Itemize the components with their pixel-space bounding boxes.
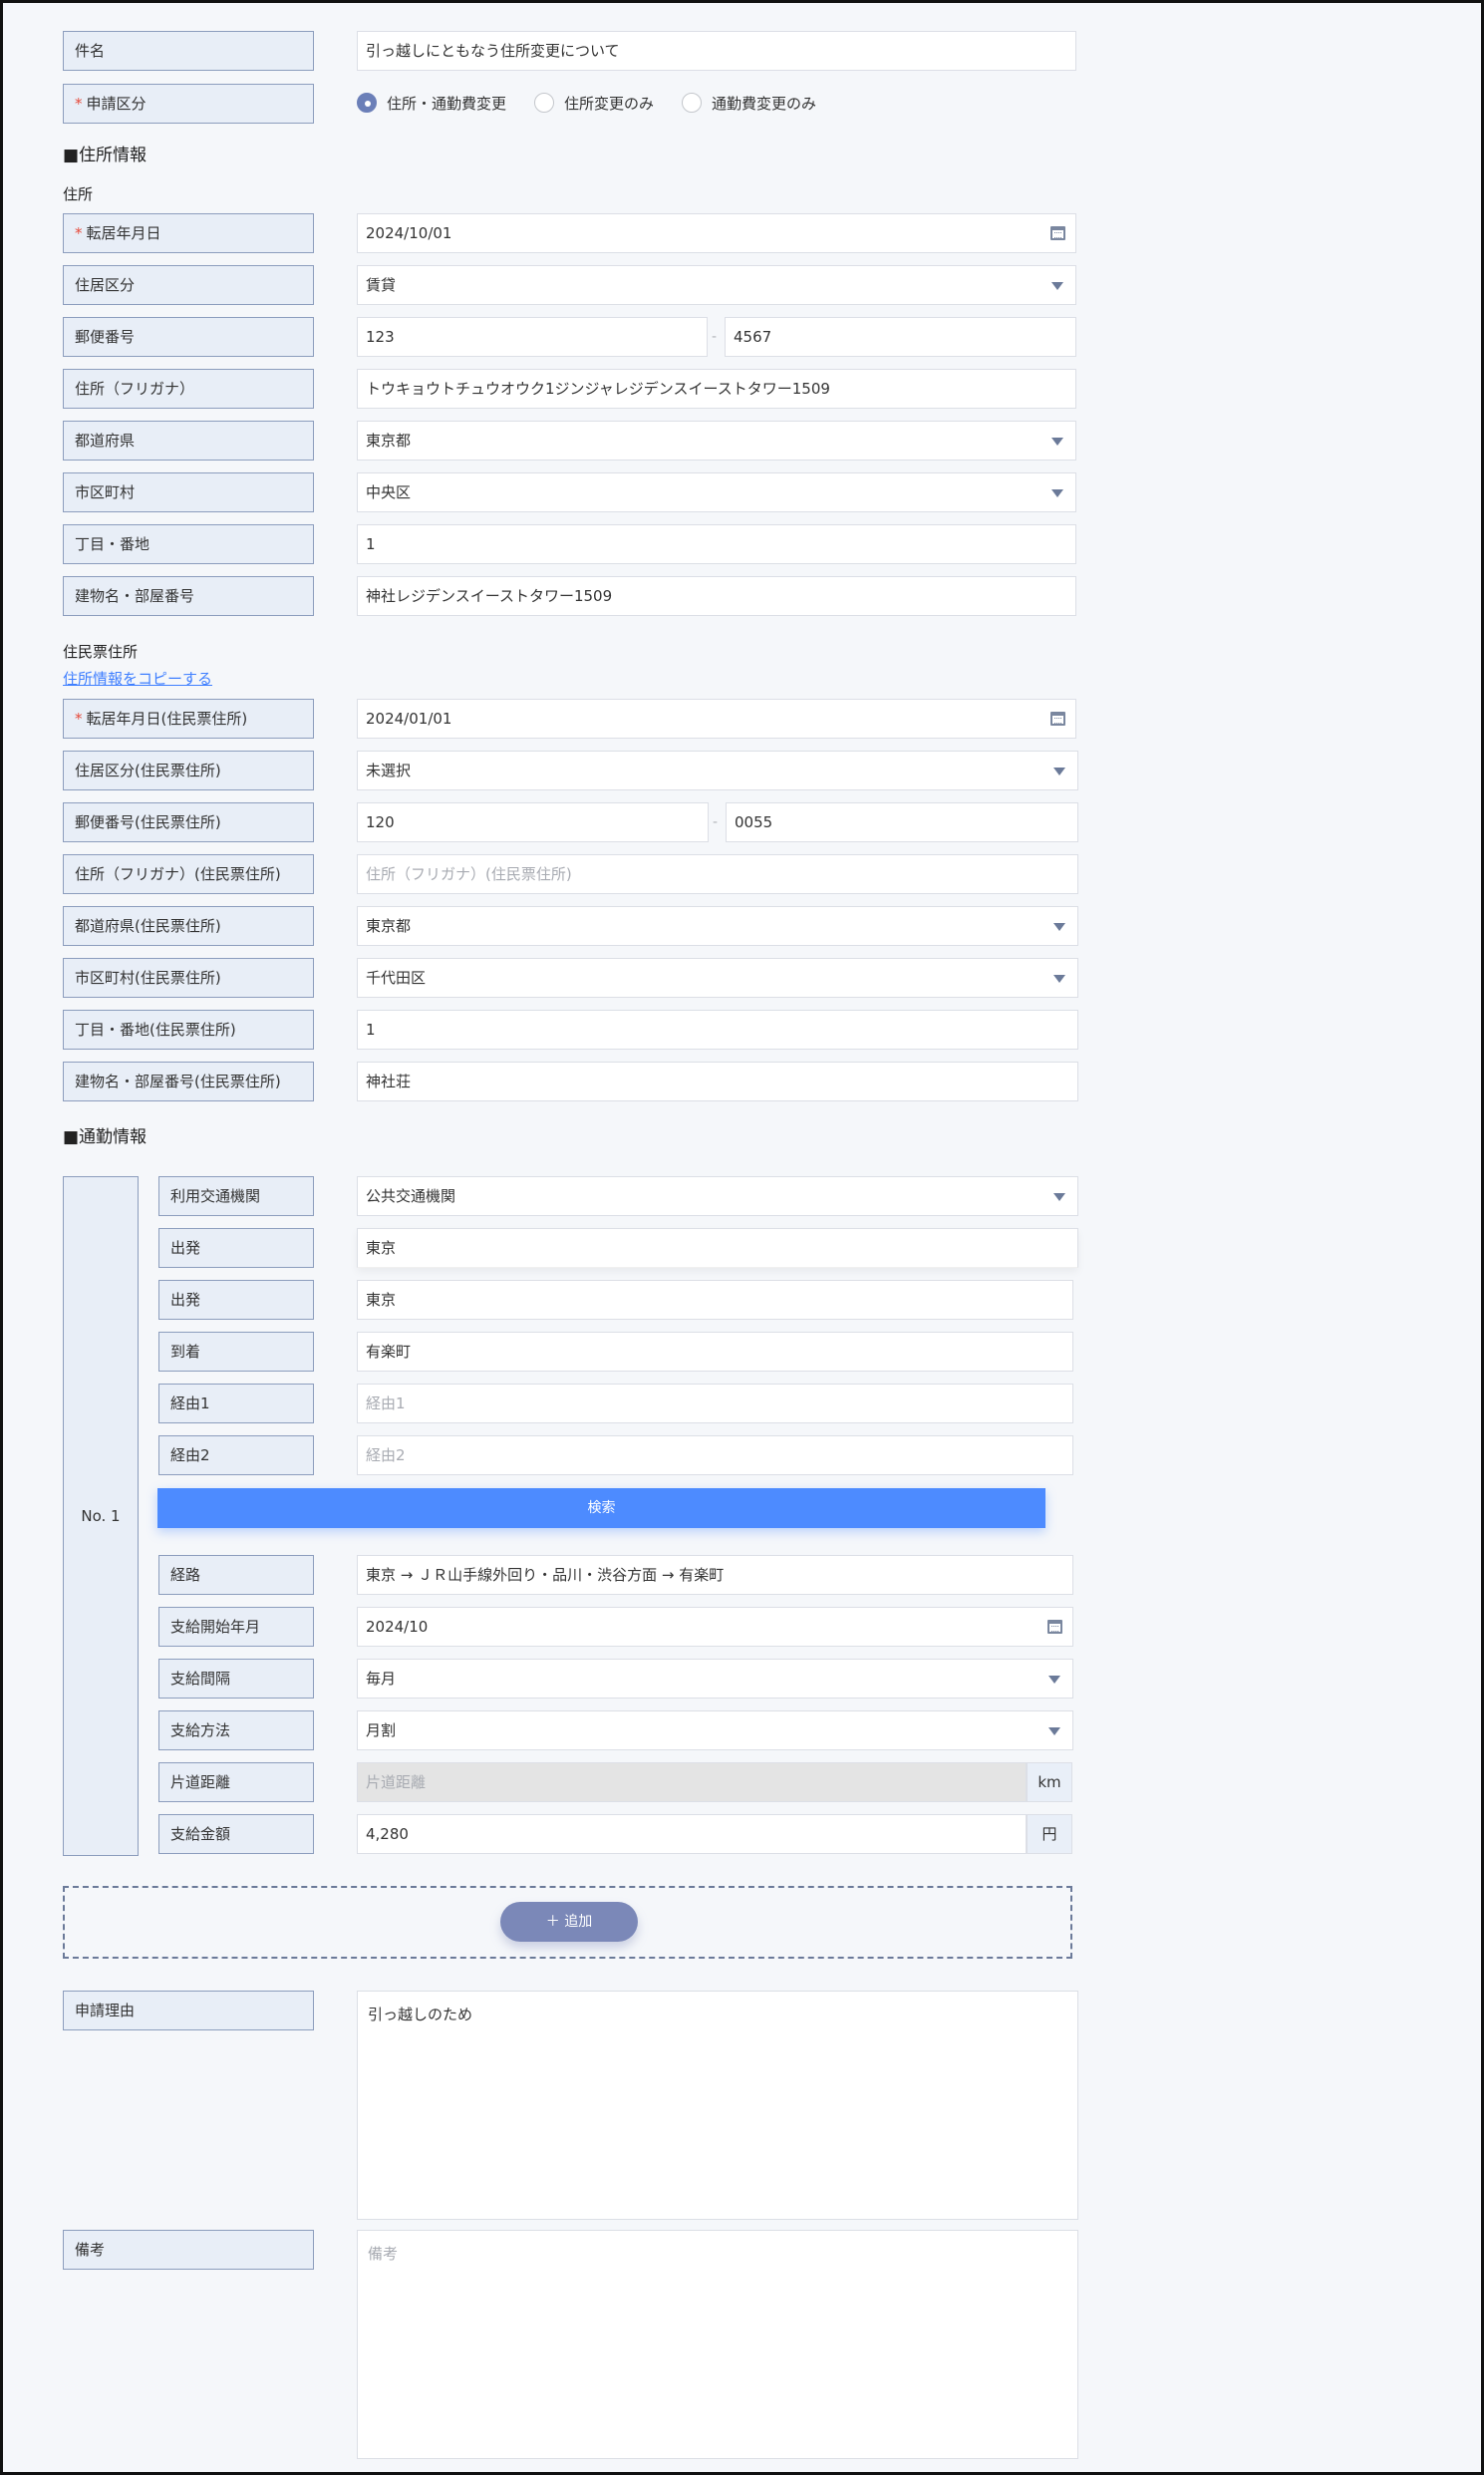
resident-move-date-label: * 転居年月日(住民票住所): [63, 699, 314, 739]
interval-label: 支給間隔: [158, 1659, 314, 1699]
via1-input[interactable]: 経由1: [357, 1384, 1073, 1423]
prefecture-label: 都道府県: [63, 421, 314, 461]
resident-building-input[interactable]: 神社荘: [357, 1062, 1078, 1101]
method-select[interactable]: 月割: [357, 1710, 1073, 1750]
building-input[interactable]: 神社レジデンスイーストタワー1509: [357, 576, 1076, 616]
route-label: 経路: [158, 1555, 314, 1595]
arrival-input[interactable]: 有楽町: [357, 1332, 1073, 1372]
postal-separator: -: [712, 329, 718, 345]
resident-street-input[interactable]: 1: [357, 1010, 1078, 1050]
radio-circle[interactable]: [534, 93, 555, 113]
radio-circle-selected[interactable]: [357, 93, 377, 113]
required-mark: *: [75, 95, 83, 113]
route-input[interactable]: 東京 → ＪＲ山手線外回り・品川・渋谷方面 → 有楽町: [357, 1555, 1073, 1595]
chevron-down-icon: [1051, 282, 1063, 290]
radio-commute-only[interactable]: 通勤費変更のみ: [682, 93, 816, 114]
resident-postal-label: 郵便番号(住民票住所): [63, 802, 314, 842]
remarks-label: 備考: [63, 2230, 314, 2270]
interval-select[interactable]: 毎月: [357, 1659, 1073, 1699]
chevron-down-icon: [1053, 1193, 1065, 1201]
building-label: 建物名・部屋番号: [63, 576, 314, 616]
chevron-down-icon: [1051, 438, 1063, 446]
street-input[interactable]: 1: [357, 524, 1076, 564]
commute-section-heading: ■通勤情報: [63, 1127, 148, 1147]
resident-kana-input[interactable]: 住所（フリガナ）(住民票住所): [357, 854, 1078, 894]
start-month-label: 支給開始年月: [158, 1607, 314, 1647]
distance-unit: km: [1027, 1762, 1072, 1802]
departure-label-2: 出発: [158, 1280, 314, 1320]
resident-building-label: 建物名・部屋番号(住民票住所): [63, 1062, 314, 1101]
calendar-icon[interactable]: [1047, 1620, 1062, 1634]
radio-address-and-commute[interactable]: 住所・通勤費変更: [357, 93, 506, 114]
postal-label: 郵便番号: [63, 317, 314, 357]
category-label: * 申請区分: [63, 84, 314, 124]
amount-input[interactable]: 4,280: [357, 1814, 1027, 1854]
add-commute-area: ＋ 追加: [63, 1886, 1072, 1959]
commute-entry-number: No. 1: [63, 1176, 139, 1856]
arrival-label: 到着: [158, 1332, 314, 1372]
chevron-down-icon: [1048, 1727, 1060, 1735]
resident-move-date-input[interactable]: 2024/01/01: [357, 699, 1076, 739]
housing-type-select[interactable]: 賃貸: [357, 265, 1076, 305]
postal-code-first-input[interactable]: 123: [357, 317, 708, 357]
resident-postal-first-input[interactable]: 120: [357, 802, 709, 842]
kana-input[interactable]: トウキョウトチュウオウク1ジンジャレジデンスイーストタワー1509: [357, 369, 1076, 409]
city-label: 市区町村: [63, 472, 314, 512]
via2-label: 経由2: [158, 1435, 314, 1475]
reason-label: 申請理由: [63, 1991, 314, 2030]
subject-label: 件名: [63, 31, 314, 71]
start-month-input[interactable]: 2024/10: [357, 1607, 1073, 1647]
distance-input: 片道距離: [357, 1762, 1027, 1802]
street-label: 丁目・番地: [63, 524, 314, 564]
postal-code-second-input[interactable]: 4567: [725, 317, 1076, 357]
calendar-icon[interactable]: [1050, 226, 1065, 240]
reason-textarea[interactable]: 引っ越しのため: [357, 1991, 1078, 2220]
resident-city-select[interactable]: 千代田区: [357, 958, 1078, 998]
resident-housing-type-label: 住居区分(住民票住所): [63, 751, 314, 790]
transport-label: 利用交通機関: [158, 1176, 314, 1216]
resident-kana-label: 住所（フリガナ）(住民票住所): [63, 854, 314, 894]
resident-prefecture-label: 都道府県(住民票住所): [63, 906, 314, 946]
via1-label: 経由1: [158, 1384, 314, 1423]
add-button[interactable]: ＋ 追加: [500, 1902, 638, 1942]
address-subheading: 住所: [63, 185, 94, 203]
departure-label-1: 出発: [158, 1228, 314, 1268]
resident-street-label: 丁目・番地(住民票住所): [63, 1010, 314, 1050]
chevron-down-icon: [1053, 975, 1065, 983]
prefecture-select[interactable]: 東京都: [357, 421, 1076, 461]
copy-address-link[interactable]: 住所情報をコピーする: [63, 668, 212, 689]
resident-subheading: 住民票住所: [63, 643, 139, 661]
move-date-input[interactable]: 2024/10/01: [357, 213, 1076, 253]
move-date-label: * 転居年月日: [63, 213, 314, 253]
distance-label: 片道距離: [158, 1762, 314, 1802]
resident-postal-second-input[interactable]: 0055: [726, 802, 1078, 842]
search-button[interactable]: 検索: [157, 1488, 1045, 1528]
departure-autocomplete-input[interactable]: 東京: [357, 1228, 1078, 1268]
radio-address-only[interactable]: 住所変更のみ: [534, 93, 654, 114]
amount-label: 支給金額: [158, 1814, 314, 1854]
calendar-icon[interactable]: [1050, 712, 1065, 726]
category-radio-group: 住所・通勤費変更 住所変更のみ 通勤費変更のみ: [357, 85, 844, 121]
postal-separator: -: [713, 814, 719, 830]
radio-circle[interactable]: [682, 93, 703, 113]
resident-housing-type-select[interactable]: 未選択: [357, 751, 1078, 790]
remarks-textarea[interactable]: 備考: [357, 2230, 1078, 2459]
housing-type-label: 住居区分: [63, 265, 314, 305]
subject-input[interactable]: 引っ越しにともなう住所変更について: [357, 31, 1076, 71]
chevron-down-icon: [1048, 1676, 1060, 1684]
form-page: 件名 引っ越しにともなう住所変更について * 申請区分 住所・通勤費変更 住所変更…: [0, 0, 1484, 2475]
chevron-down-icon: [1053, 768, 1065, 775]
amount-unit: 円: [1027, 1814, 1072, 1854]
departure-input[interactable]: 東京: [357, 1280, 1073, 1320]
kana-label: 住所（フリガナ）: [63, 369, 314, 409]
address-section-heading: ■住所情報: [63, 146, 148, 165]
transport-select[interactable]: 公共交通機関: [357, 1176, 1078, 1216]
method-label: 支給方法: [158, 1710, 314, 1750]
resident-prefecture-select[interactable]: 東京都: [357, 906, 1078, 946]
resident-city-label: 市区町村(住民票住所): [63, 958, 314, 998]
city-select[interactable]: 中央区: [357, 472, 1076, 512]
chevron-down-icon: [1053, 923, 1065, 931]
chevron-down-icon: [1051, 489, 1063, 497]
via2-input[interactable]: 経由2: [357, 1435, 1073, 1475]
